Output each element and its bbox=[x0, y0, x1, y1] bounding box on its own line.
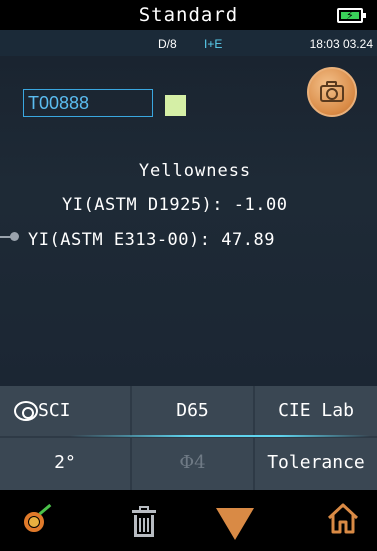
result-row: YI(ASTM E313-00): 47.89 bbox=[28, 230, 275, 250]
result-label: YI(ASTM D1925): bbox=[62, 195, 224, 215]
status-bar: D/8 I+E 18:03 03.24 bbox=[0, 30, 377, 56]
home-icon[interactable] bbox=[325, 500, 365, 540]
results-heading: Yellowness bbox=[138, 161, 252, 181]
sample-color-swatch bbox=[165, 95, 186, 116]
target-icon[interactable] bbox=[18, 500, 58, 540]
screen-title: Standard bbox=[138, 4, 239, 26]
sci-label: SCI bbox=[38, 400, 71, 421]
trash-icon[interactable] bbox=[128, 500, 168, 540]
aperture-button[interactable]: Φ4 bbox=[132, 438, 253, 490]
mode-label: I+E bbox=[204, 37, 223, 51]
aperture-label: Φ4 bbox=[179, 452, 206, 473]
specular-icon bbox=[14, 401, 38, 421]
sci-button[interactable]: SCI bbox=[0, 386, 130, 436]
scroll-handle[interactable] bbox=[0, 232, 19, 241]
tolerance-label: Tolerance bbox=[267, 452, 365, 473]
bottom-nav bbox=[0, 490, 377, 551]
result-label: YI(ASTM E313-00): bbox=[28, 230, 211, 250]
result-row: YI(ASTM D1925): -1.00 bbox=[62, 195, 287, 215]
result-value: -1.00 bbox=[233, 195, 288, 215]
result-value: 47.89 bbox=[221, 230, 275, 250]
color-space-label: CIE Lab bbox=[278, 400, 354, 421]
datetime-label: 18:03 03.24 bbox=[309, 37, 373, 51]
observer-button[interactable]: 2° bbox=[0, 438, 130, 490]
camera-icon[interactable] bbox=[307, 67, 357, 117]
down-arrow-icon[interactable] bbox=[216, 500, 256, 540]
illuminant-button[interactable]: D65 bbox=[132, 386, 253, 436]
illuminant-label: D65 bbox=[176, 400, 209, 421]
observer-label: 2° bbox=[54, 452, 76, 473]
geometry-label: D/8 bbox=[158, 37, 177, 51]
divider-glow bbox=[70, 435, 370, 437]
sample-name: T00888 bbox=[28, 93, 90, 113]
sample-name-field[interactable]: T00888 bbox=[23, 89, 153, 117]
color-space-button[interactable]: CIE Lab bbox=[255, 386, 377, 436]
tolerance-button[interactable]: Tolerance bbox=[255, 438, 377, 490]
measurement-panel: T00888 Yellowness YI(ASTM D1925): -1.00 … bbox=[0, 56, 377, 386]
options-grid: SCI D65 CIE Lab 2° Φ4 Tolerance bbox=[0, 386, 377, 490]
battery-charging-icon: ⚡ bbox=[337, 8, 366, 23]
top-bar: Standard ⚡ bbox=[0, 0, 377, 30]
